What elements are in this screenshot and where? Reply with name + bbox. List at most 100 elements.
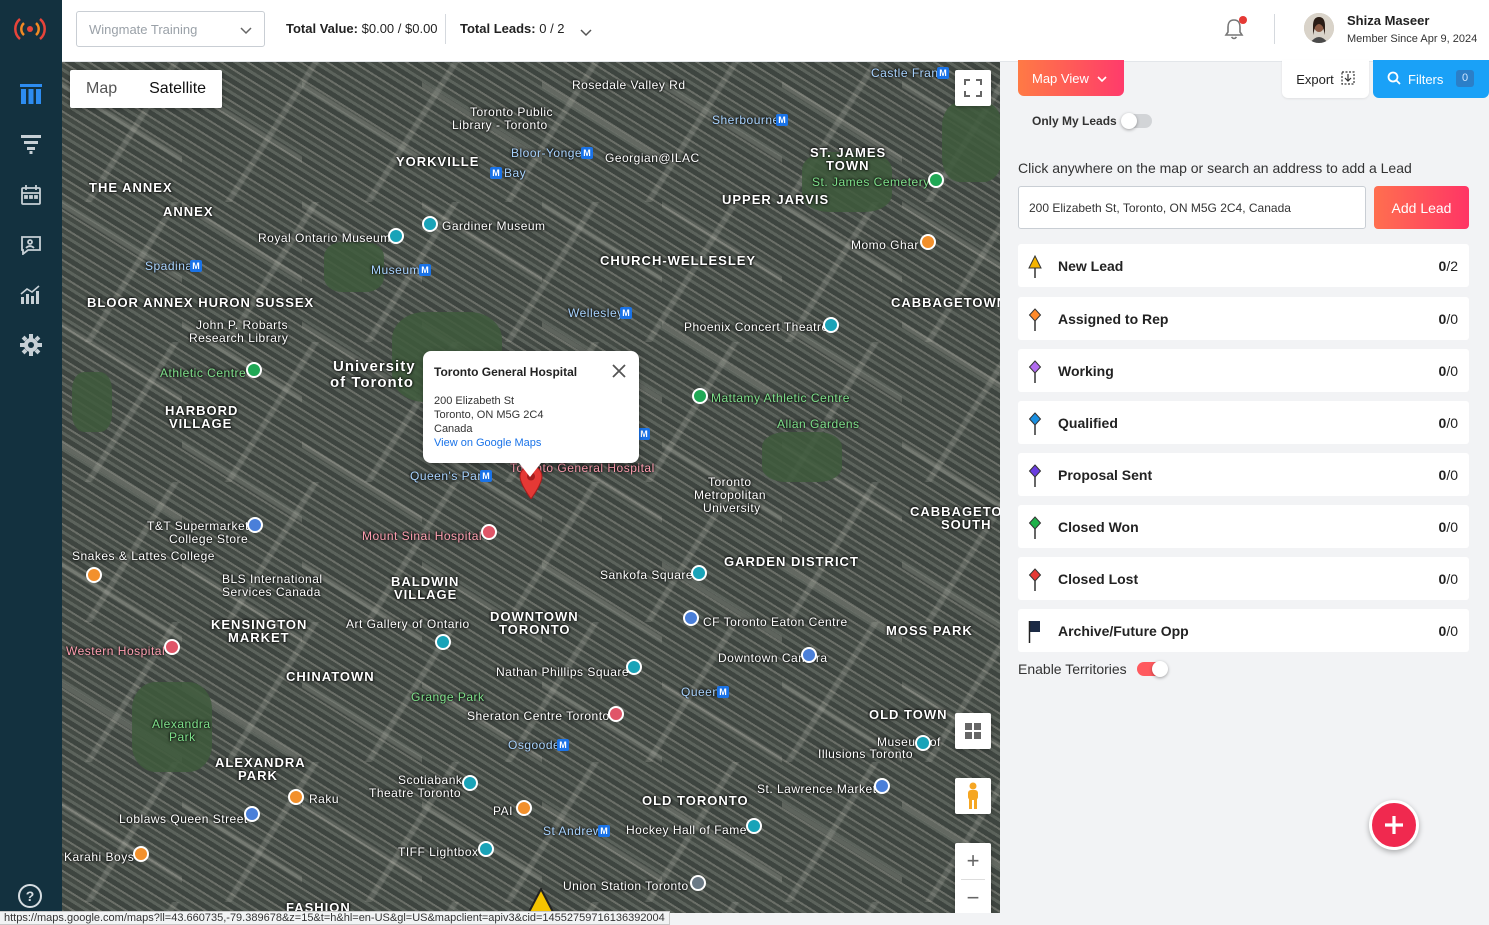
subway-station-icon[interactable]: M: [581, 147, 593, 159]
museum-poi-icon[interactable]: [915, 735, 931, 751]
only-my-leads-toggle[interactable]: [1121, 113, 1152, 129]
hotel-poi-icon[interactable]: [608, 706, 624, 722]
street-view-pegman-icon[interactable]: [955, 778, 991, 814]
user-name: Shiza Maseer: [1347, 13, 1430, 28]
museum-poi-icon[interactable]: [422, 216, 438, 232]
zoom-out-icon[interactable]: −: [967, 880, 980, 913]
museum-poi-icon[interactable]: [435, 634, 451, 650]
nav-contacts-icon[interactable]: [0, 225, 62, 265]
nav-analytics-icon[interactable]: [0, 275, 62, 315]
museum-poi-icon[interactable]: [746, 818, 762, 834]
notifications-bell-icon[interactable]: [1224, 16, 1247, 42]
fullscreen-icon[interactable]: [955, 70, 991, 106]
close-icon[interactable]: [609, 361, 629, 381]
map-label: CF Toronto Eaton Centre: [703, 615, 848, 629]
subway-station-icon[interactable]: M: [717, 686, 729, 698]
nav-settings-icon[interactable]: [0, 325, 62, 365]
theatre-poi-icon[interactable]: [462, 775, 478, 791]
totals-expand-icon[interactable]: [580, 24, 592, 42]
lead-status-row[interactable]: Qualified 0/0: [1018, 401, 1469, 444]
subway-station-icon[interactable]: M: [776, 114, 788, 126]
restaurant-poi-icon[interactable]: [86, 567, 102, 583]
add-button[interactable]: [1369, 800, 1419, 850]
map-view-button[interactable]: Map View: [1018, 60, 1124, 96]
subway-station-icon[interactable]: M: [620, 307, 632, 319]
restaurant-poi-icon[interactable]: [288, 789, 304, 805]
map-label: GARDEN DISTRICT: [724, 554, 859, 569]
map-label: TORONTO: [499, 622, 571, 637]
address-search-input[interactable]: [1018, 186, 1366, 229]
park-poi-icon[interactable]: [246, 362, 262, 378]
lead-status-total: /2: [1446, 257, 1458, 274]
lead-status-row[interactable]: Closed Lost 0/0: [1018, 557, 1469, 600]
restaurant-poi-icon[interactable]: [516, 800, 532, 816]
map-label: Raku: [309, 792, 340, 806]
subway-station-icon[interactable]: M: [480, 470, 492, 482]
map-label: Karahi Boys: [64, 850, 135, 864]
shopping-poi-icon[interactable]: [801, 647, 817, 663]
chevron-down-icon: [240, 23, 252, 38]
lead-status-row[interactable]: Closed Won 0/0: [1018, 505, 1469, 548]
add-lead-button[interactable]: Add Lead: [1374, 186, 1469, 229]
shopping-poi-icon[interactable]: [683, 610, 699, 626]
nav-funnel-icon[interactable]: [0, 124, 62, 164]
new-lead-marker-icon[interactable]: [527, 886, 555, 913]
lead-status-total: /0: [1446, 518, 1458, 535]
map-label: Scotiabank: [398, 773, 463, 787]
hospital-poi-icon[interactable]: [164, 639, 180, 655]
subway-station-icon[interactable]: M: [937, 67, 949, 79]
subway-station-icon[interactable]: M: [598, 825, 610, 837]
landmark-poi-icon[interactable]: [626, 659, 642, 675]
map-label: Wellesley: [568, 306, 624, 320]
nav-calendar-icon[interactable]: [0, 175, 62, 215]
lead-status-row[interactable]: Archive/Future Opp 0/0: [1018, 609, 1469, 652]
nav-map-icon[interactable]: [0, 74, 62, 114]
lead-status-row[interactable]: Working 0/0: [1018, 349, 1469, 392]
hospital-poi-icon[interactable]: [481, 524, 497, 540]
restaurant-poi-icon[interactable]: [920, 234, 936, 250]
lead-status-total: /0: [1446, 466, 1458, 483]
filters-button[interactable]: Filters 0: [1373, 60, 1489, 98]
subway-station-icon[interactable]: M: [490, 167, 502, 179]
subway-station-icon[interactable]: M: [190, 260, 202, 272]
lead-status-label: Assigned to Rep: [1058, 310, 1169, 327]
shopping-poi-icon[interactable]: [247, 517, 263, 533]
app-logo-icon[interactable]: [12, 12, 48, 46]
restaurant-poi-icon[interactable]: [133, 846, 149, 862]
lead-status-count: 0/2: [1439, 258, 1458, 274]
avatar[interactable]: [1304, 13, 1334, 43]
satellite-map[interactable]: YORKVILLE THE ANNEX ANNEX BLOOR ANNEX HU…: [62, 62, 1000, 913]
view-on-google-maps-link[interactable]: View on Google Maps: [434, 436, 628, 450]
map-label: Nathan Phillips Square: [496, 665, 630, 679]
lead-status-row[interactable]: Proposal Sent 0/0: [1018, 453, 1469, 496]
theatre-poi-icon[interactable]: [478, 841, 494, 857]
workspace-select[interactable]: Wingmate Training: [76, 11, 265, 47]
venue-poi-icon[interactable]: [823, 317, 839, 333]
export-button[interactable]: Export: [1282, 60, 1369, 98]
help-icon[interactable]: ?: [18, 884, 42, 908]
market-poi-icon[interactable]: [874, 778, 890, 794]
park-poi-icon[interactable]: [928, 172, 944, 188]
map-label: BLOOR ANNEX HURON SUSSEX: [87, 295, 315, 310]
map-type-toggle[interactable]: Map Satellite: [70, 70, 223, 108]
shopping-poi-icon[interactable]: [244, 806, 260, 822]
park-poi-icon[interactable]: [692, 388, 708, 404]
zoom-in-icon[interactable]: +: [967, 843, 980, 879]
divider: [1274, 14, 1275, 44]
map-layers-icon[interactable]: [955, 713, 991, 749]
lead-status-row[interactable]: Assigned to Rep 0/0: [1018, 297, 1469, 340]
subway-station-icon[interactable]: M: [557, 739, 569, 751]
map-label: St Andrew: [543, 824, 603, 838]
map-type-satellite[interactable]: Satellite: [133, 70, 222, 108]
museum-poi-icon[interactable]: [388, 228, 404, 244]
landmark-poi-icon[interactable]: [691, 565, 707, 581]
lead-status-row[interactable]: New Lead 0/2: [1018, 244, 1469, 287]
enable-territories-toggle[interactable]: [1137, 661, 1168, 677]
lead-status-count: 0/0: [1439, 571, 1458, 587]
map-label: VILLAGE: [169, 416, 233, 431]
transit-poi-icon[interactable]: [690, 875, 706, 891]
map-type-map[interactable]: Map: [70, 70, 133, 108]
map-label: St. Lawrence Market: [757, 782, 877, 796]
subway-station-icon[interactable]: M: [419, 264, 431, 276]
subway-station-icon[interactable]: M: [638, 428, 650, 440]
